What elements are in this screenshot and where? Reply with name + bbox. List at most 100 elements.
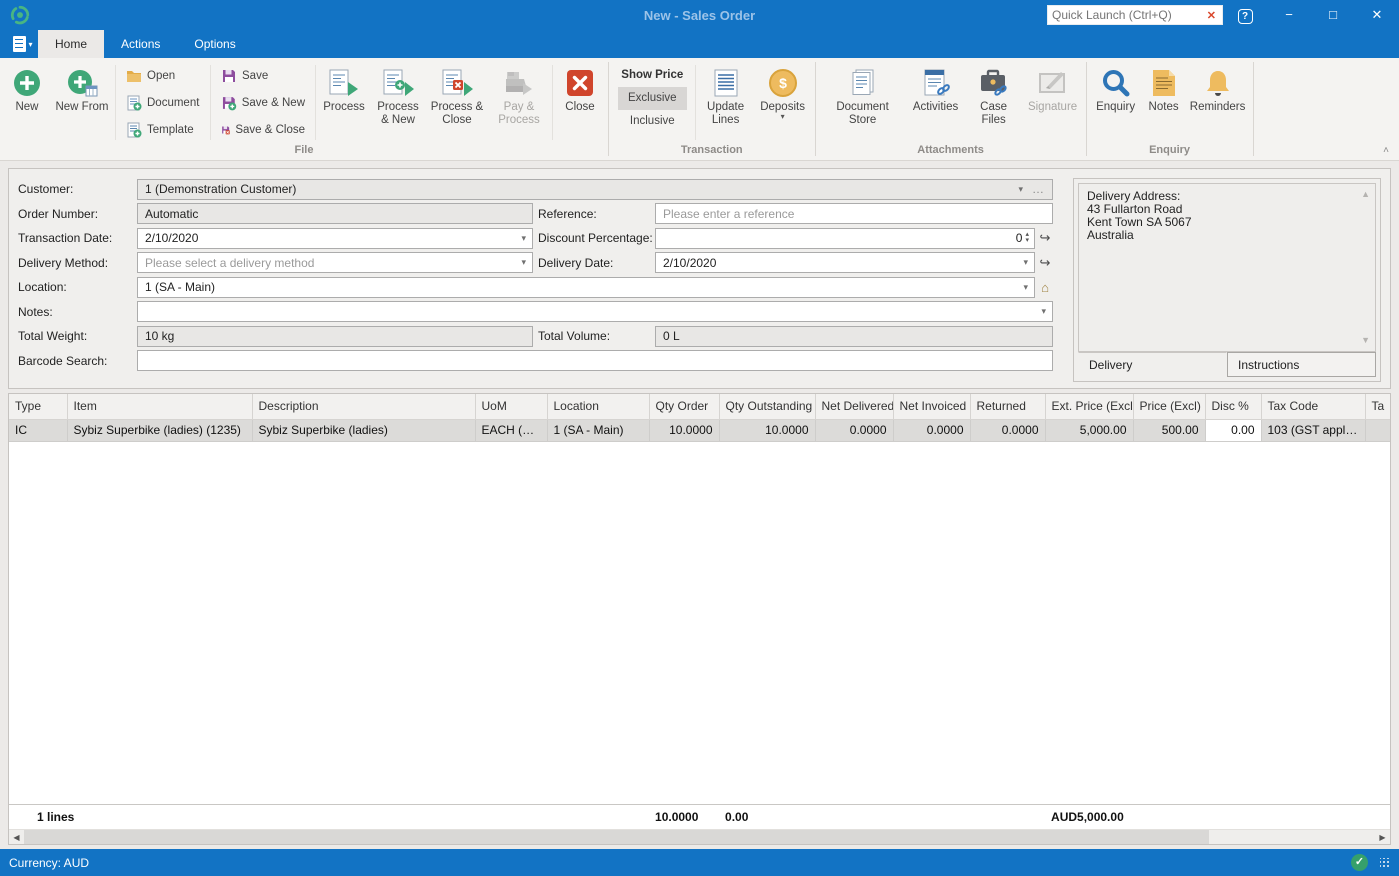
col-net-invoiced[interactable]: Net Invoiced (892, 394, 971, 420)
currency-status: Currency: AUD (9, 855, 90, 870)
col-price[interactable]: Price (Excl) (1132, 394, 1206, 420)
col-location[interactable]: Location (546, 394, 650, 420)
quick-launch-box[interactable]: ✕ (1047, 5, 1223, 25)
transaction-date-field[interactable]: 2/10/2020 ▾ (137, 227, 533, 249)
col-tax-code[interactable]: Tax Code (1260, 394, 1366, 420)
location-field[interactable]: 1 (SA - Main) ▾ (137, 276, 1035, 298)
activities-button[interactable]: Activities (907, 62, 965, 143)
save-new-icon (222, 96, 237, 110)
grid-empty-area[interactable] (9, 441, 1390, 804)
tab-delivery[interactable]: Delivery (1078, 352, 1227, 377)
quick-launch-input[interactable] (1052, 8, 1205, 22)
tab-instructions[interactable]: Instructions (1227, 352, 1376, 377)
app-menu-button[interactable]: ▾ (8, 30, 38, 58)
process-new-button[interactable]: Process & New (370, 62, 426, 143)
delivery-date-dropdown-icon[interactable]: ▾ (1019, 257, 1032, 268)
col-qty-order[interactable]: Qty Order (648, 394, 720, 420)
grid-header-row: Type Item Description UoM Location Qty O… (9, 394, 1390, 420)
show-price-inclusive[interactable]: Inclusive (618, 110, 687, 133)
save-new-button[interactable]: Save & New (217, 91, 309, 114)
save-button[interactable]: Save (217, 64, 309, 87)
customer-field[interactable]: 1 (Demonstration Customer) ▾ … (137, 178, 1053, 200)
scroll-down-icon[interactable]: ▼ (1361, 334, 1370, 347)
delivery-date-label: Delivery Date: (538, 255, 614, 270)
document-icon (127, 95, 142, 110)
col-ext-price[interactable]: Ext. Price (Excl) (1044, 394, 1134, 420)
new-button[interactable]: New (3, 62, 51, 143)
process-button[interactable]: Process (318, 62, 370, 143)
footer-line-count: 1 lines (37, 810, 75, 824)
delivery-method-field[interactable]: Please select a delivery method ▾ (137, 252, 533, 273)
maximize-button[interactable]: □ (1311, 0, 1355, 30)
help-button[interactable]: ? (1223, 0, 1267, 30)
delivery-method-label: Delivery Method: (18, 255, 109, 270)
open-button[interactable]: Open (122, 64, 204, 87)
close-button[interactable]: Close (555, 62, 605, 143)
process-close-icon (441, 65, 473, 101)
update-lines-button[interactable]: Update Lines (698, 62, 754, 143)
save-close-button[interactable]: Save & Close (217, 118, 309, 141)
reference-input[interactable] (663, 206, 1050, 221)
new-from-button[interactable]: New From (51, 62, 113, 143)
tab-home[interactable]: Home (38, 30, 105, 58)
tab-actions[interactable]: Actions (104, 30, 177, 58)
notes-icon (1150, 65, 1178, 101)
reminders-button[interactable]: Reminders (1186, 62, 1250, 143)
discount-revert-icon[interactable]: ↪ (1035, 230, 1055, 246)
ribbon-collapse-icon[interactable]: ˄ (1383, 145, 1389, 156)
app-logo-icon (10, 5, 30, 25)
delivery-method-dropdown-icon[interactable]: ▾ (517, 257, 530, 268)
document-store-button[interactable]: Document Store (819, 62, 907, 143)
col-uom[interactable]: UoM (474, 394, 548, 420)
customer-dropdown-icon[interactable]: ▾ (1014, 184, 1027, 195)
delivery-date-field[interactable]: 2/10/2020 ▾ (655, 252, 1035, 273)
ribbon: New New From Open Document Template Save… (0, 58, 1399, 161)
barcode-search-label: Barcode Search: (18, 353, 108, 368)
discount-spinner[interactable]: ▴ ▾ (1022, 231, 1032, 244)
location-dropdown-icon[interactable]: ▾ (1019, 282, 1032, 293)
delivery-date-revert-icon[interactable]: ↪ (1035, 255, 1055, 271)
disc-cell-editor[interactable]: 0.00 (1204, 418, 1262, 442)
transaction-date-dropdown-icon[interactable]: ▾ (517, 233, 530, 244)
scroll-left-icon[interactable]: ◀ (9, 830, 24, 844)
scrollbar-thumb[interactable] (24, 830, 1209, 844)
enquiry-button[interactable]: Enquiry (1090, 62, 1142, 143)
tab-options[interactable]: Options (177, 30, 252, 58)
table-row[interactable]: IC Sybiz Superbike (ladies) (1235) Sybiz… (9, 418, 1390, 442)
minimize-button[interactable]: − (1267, 0, 1311, 30)
col-ta[interactable]: Ta (1364, 394, 1390, 420)
location-warehouse-icon[interactable]: ⌂ (1035, 280, 1055, 295)
barcode-search-field[interactable] (137, 350, 1053, 371)
order-number-field[interactable]: Automatic (137, 203, 533, 224)
close-window-button[interactable]: ✕ (1355, 0, 1399, 30)
customer-ellipsis-button[interactable]: … (1027, 182, 1050, 196)
col-description[interactable]: Description (251, 394, 476, 420)
notes-field[interactable]: ▾ (137, 301, 1053, 322)
col-returned[interactable]: Returned (969, 394, 1046, 420)
reference-field[interactable] (655, 203, 1053, 224)
col-type[interactable]: Type (9, 394, 68, 420)
col-net-delivered[interactable]: Net Delivered (814, 394, 894, 420)
case-files-button[interactable]: Case Files (965, 62, 1023, 143)
reminders-bell-icon (1203, 65, 1233, 101)
deposits-button[interactable]: $ Deposits ▾ (754, 62, 812, 143)
group-label-enquiry: Enquiry (1149, 144, 1191, 156)
document-button[interactable]: Document (122, 91, 204, 114)
col-item[interactable]: Item (66, 394, 253, 420)
show-price-exclusive[interactable]: Exclusive (618, 87, 687, 110)
col-disc[interactable]: Disc % (1204, 394, 1262, 420)
activities-icon (921, 65, 951, 101)
quick-launch-clear-icon[interactable]: ✕ (1205, 9, 1218, 22)
scroll-up-icon[interactable]: ▲ (1361, 188, 1370, 201)
barcode-search-input[interactable] (145, 353, 1050, 368)
resize-grip[interactable] (1380, 857, 1390, 868)
notes-dropdown-icon[interactable]: ▾ (1037, 306, 1050, 317)
new-from-icon (66, 65, 98, 101)
horizontal-scrollbar[interactable]: ◀ ▶ (9, 829, 1390, 844)
discount-field[interactable]: 0 ▴ ▾ (655, 227, 1035, 249)
col-qty-outstanding[interactable]: Qty Outstanding (718, 394, 816, 420)
scroll-right-icon[interactable]: ▶ (1375, 830, 1390, 844)
template-button[interactable]: Template (122, 118, 204, 141)
notes-button[interactable]: Notes (1142, 62, 1186, 143)
process-close-button[interactable]: Process & Close (426, 62, 488, 143)
